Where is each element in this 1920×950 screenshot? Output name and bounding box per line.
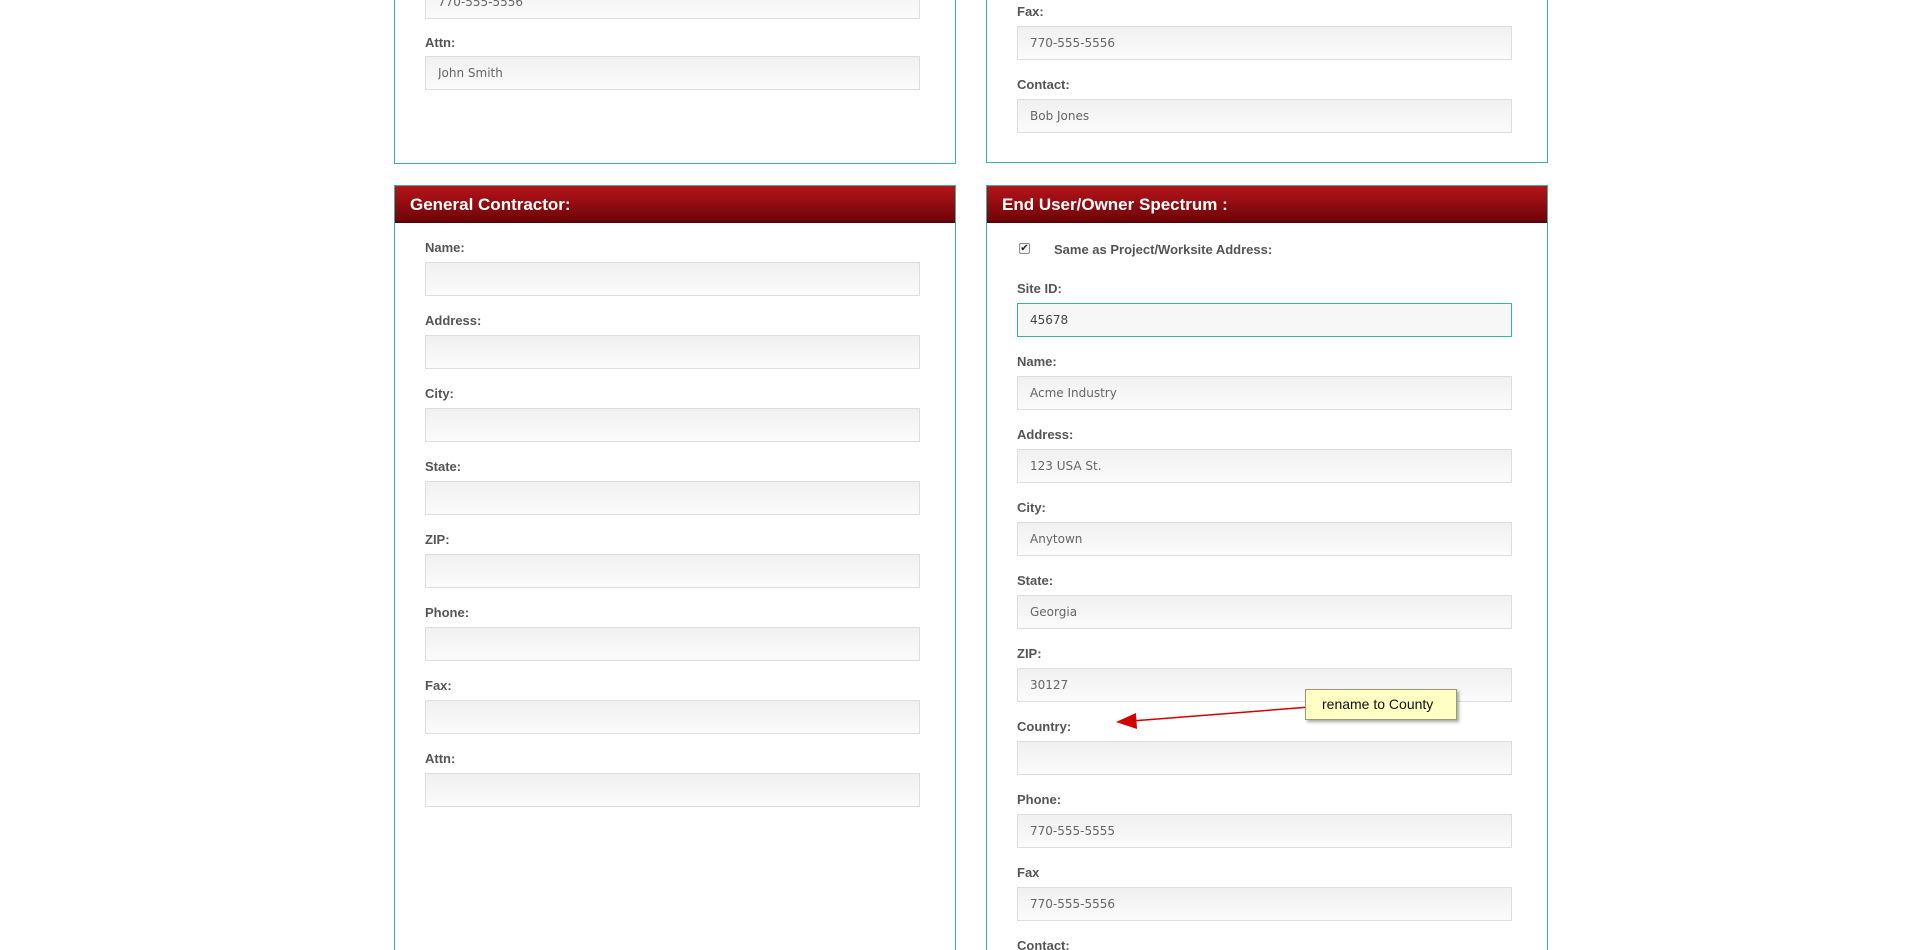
gc-phone-input[interactable]	[425, 627, 920, 661]
gc-attn-label: Attn:	[425, 751, 456, 766]
top-right-panel: Fax: Contact:	[986, 0, 1548, 163]
same-as-address-label: Same as Project/Worksite Address:	[1054, 242, 1273, 257]
gc-phone-label: Phone:	[425, 605, 470, 620]
eu-zip-label: ZIP:	[1017, 646, 1042, 661]
eu-city-label: City:	[1017, 500, 1046, 515]
gc-city-label: City:	[425, 386, 454, 401]
attn-label: Attn:	[425, 35, 456, 50]
gc-name-label: Name:	[425, 240, 465, 255]
gc-address-input[interactable]	[425, 335, 920, 369]
page: Attn: Fax: Contact: General Contractor: …	[0, 0, 1920, 950]
gc-fax-input[interactable]	[425, 700, 920, 734]
annotation-arrow	[1116, 702, 1315, 729]
gc-fax-label: Fax:	[425, 678, 452, 693]
eu-state-label: State:	[1017, 573, 1054, 588]
eu-name-input[interactable]	[1017, 376, 1512, 410]
gc-city-input[interactable]	[425, 408, 920, 442]
fax-label: Fax:	[1017, 4, 1044, 19]
eu-city-input[interactable]	[1017, 522, 1512, 556]
end-user-panel: End User/Owner Spectrum : ✔ Same as Proj…	[986, 185, 1548, 950]
eu-address-label: Address:	[1017, 427, 1074, 442]
gc-attn-input[interactable]	[425, 773, 920, 807]
eu-fax-input[interactable]	[1017, 887, 1512, 921]
attn-input[interactable]	[425, 56, 920, 90]
check-icon: ✔	[1020, 243, 1029, 254]
eu-contact-label: Contact:	[1017, 938, 1070, 950]
annotation-callout: rename to County	[1305, 689, 1457, 720]
eu-address-input[interactable]	[1017, 449, 1512, 483]
gc-zip-label: ZIP:	[425, 532, 450, 547]
gc-name-input[interactable]	[425, 262, 920, 296]
top-left-panel: Attn:	[394, 0, 956, 164]
gc-state-input[interactable]	[425, 481, 920, 515]
gc-address-label: Address:	[425, 313, 482, 328]
eu-state-input[interactable]	[1017, 595, 1512, 629]
same-as-address-checkbox[interactable]: ✔	[1019, 243, 1030, 254]
general-contractor-panel: General Contractor: Name: Address: City:…	[394, 185, 956, 950]
contact-input[interactable]	[1017, 99, 1512, 133]
eu-country-label: Country:	[1017, 719, 1072, 734]
eu-phone-input[interactable]	[1017, 814, 1512, 848]
gc-state-label: State:	[425, 459, 462, 474]
general-contractor-header: General Contractor:	[395, 186, 955, 223]
partial-field-input[interactable]	[425, 0, 920, 19]
contact-label: Contact:	[1017, 77, 1070, 92]
eu-name-label: Name:	[1017, 354, 1057, 369]
eu-phone-label: Phone:	[1017, 792, 1062, 807]
site-id-input[interactable]	[1017, 303, 1512, 337]
eu-fax-label: Fax	[1017, 865, 1040, 880]
gc-zip-input[interactable]	[425, 554, 920, 588]
site-id-label: Site ID:	[1017, 281, 1062, 296]
end-user-header: End User/Owner Spectrum :	[987, 186, 1547, 223]
fax-input[interactable]	[1017, 26, 1512, 60]
eu-country-input[interactable]	[1017, 741, 1512, 775]
